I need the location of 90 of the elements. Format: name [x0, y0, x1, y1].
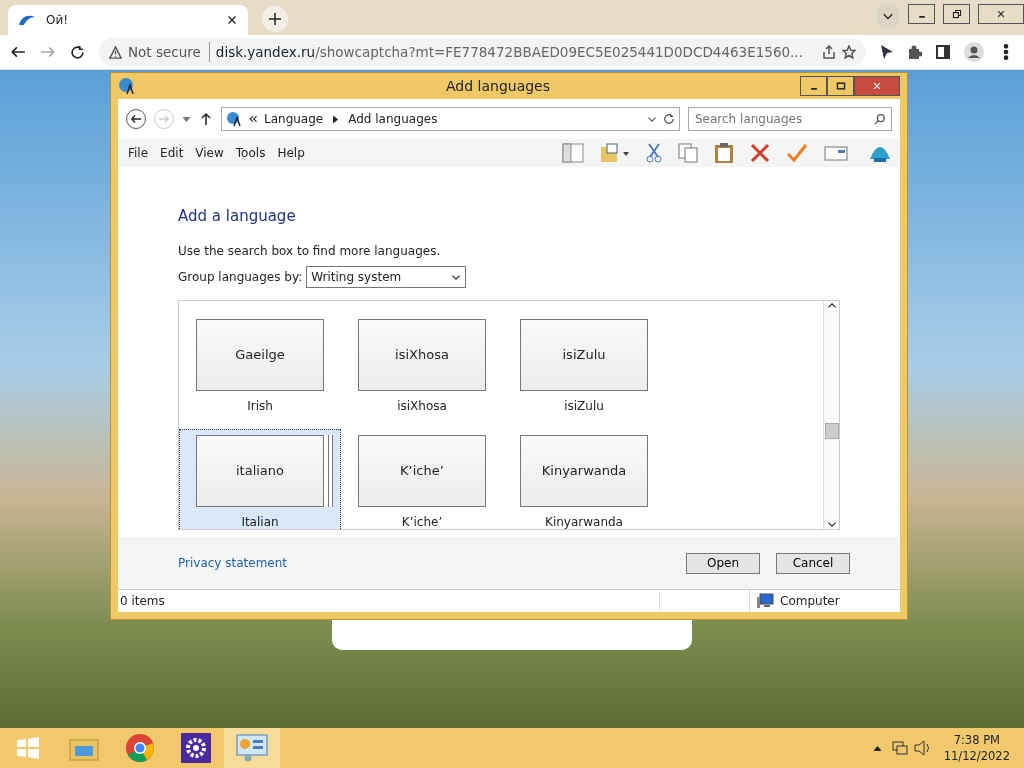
maximize-button[interactable]: [827, 76, 854, 96]
language-tile[interactable]: Gaeilge Irish: [179, 312, 341, 429]
minimize-button[interactable]: [800, 76, 827, 96]
control-panel-icon: [236, 734, 268, 762]
speaker-icon[interactable]: [913, 740, 932, 756]
scrollbar-thumb[interactable]: [824, 422, 839, 439]
breadcrumb-item[interactable]: Language: [264, 110, 324, 128]
language-name: isiXhosa: [397, 397, 447, 415]
language-name: isiZulu: [564, 397, 604, 415]
plus-icon: [268, 12, 282, 26]
close-icon: [872, 81, 882, 91]
clipboard-icon[interactable]: [714, 142, 734, 164]
group-label: Group languages by:: [178, 268, 303, 286]
menu-item[interactable]: File: [122, 144, 155, 162]
avatar-icon[interactable]: [964, 42, 984, 62]
language-icon: [118, 77, 136, 95]
reload-icon[interactable]: [70, 44, 85, 60]
language-name: K’iche’: [401, 513, 443, 529]
tray-arrow-icon[interactable]: [872, 743, 882, 753]
forward-icon: [158, 113, 170, 125]
back-icon[interactable]: [10, 44, 26, 60]
status-location: Computer: [780, 593, 840, 610]
status-text: 0 items: [118, 592, 660, 610]
dropdown-icon[interactable]: [647, 114, 657, 124]
dialog-button[interactable]: Cancel: [776, 552, 850, 574]
scrollbar[interactable]: [823, 300, 839, 529]
menu-item[interactable]: Tools: [229, 144, 272, 162]
menu-item[interactable]: View: [189, 144, 230, 162]
share-icon[interactable]: [822, 45, 836, 59]
star-icon[interactable]: [842, 45, 856, 59]
url-text: disk.yandex.ru/showcaptcha?mt=FE778472BBAED09EC5E025441D0DCD4463E1560...: [215, 42, 803, 62]
native-name: K’iche’: [358, 434, 486, 507]
scissors-icon[interactable]: [646, 143, 662, 163]
folder-icon[interactable]: [600, 143, 630, 163]
menu-item[interactable]: Help: [271, 144, 311, 162]
taskbar-button[interactable]: [224, 728, 280, 768]
language-tile[interactable]: isiZulu isiZulu: [503, 312, 665, 429]
search-field[interactable]: Search languages: [688, 107, 892, 131]
address-field[interactable]: Not secure disk.yandex.ru/showcaptcha?mt=FE778472BBAED09EC5E025441D0DCD4463E1560...: [99, 38, 866, 66]
puzzle-icon[interactable]: [908, 45, 922, 59]
network-icon[interactable]: [891, 740, 908, 756]
menu-item[interactable]: Edit: [154, 144, 190, 162]
close-icon: [996, 9, 1006, 19]
language-name: Kinyarwanda: [545, 513, 623, 529]
copy-icon[interactable]: [678, 143, 698, 163]
language-icon: [226, 111, 242, 127]
native-name: Gaeilge: [196, 318, 324, 391]
breadcrumb-item[interactable]: Add languages: [348, 110, 438, 128]
restore-icon: [951, 9, 962, 19]
cursor-icon[interactable]: [880, 44, 894, 60]
language-tile[interactable]: K’iche’ K’iche’: [341, 428, 503, 529]
native-name: isiXhosa: [358, 318, 486, 391]
browser-icon[interactable]: [125, 733, 155, 763]
properties-icon[interactable]: [824, 144, 848, 162]
dialog-button[interactable]: Open: [686, 552, 760, 574]
sidebar-icon[interactable]: [936, 45, 950, 59]
close-button[interactable]: [978, 4, 1024, 24]
tab-search-button[interactable]: [876, 4, 900, 28]
section-heading: Add a language: [178, 206, 297, 227]
up-icon[interactable]: [199, 112, 213, 126]
back-icon: [130, 113, 142, 125]
privacy-link[interactable]: Privacy statement: [178, 554, 288, 572]
restore-button[interactable]: [943, 4, 970, 24]
new-tab-button[interactable]: [262, 6, 288, 32]
group-dropdown[interactable]: Writing system: [306, 265, 467, 288]
search-icon: [874, 113, 886, 125]
minimize-button[interactable]: [908, 4, 935, 24]
chevron-icon[interactable]: [331, 114, 341, 124]
warning-icon: [109, 45, 122, 59]
close-icon[interactable]: [226, 14, 238, 26]
language-tile[interactable]: isiXhosa isiXhosa: [341, 312, 503, 429]
maximize-icon: [835, 81, 846, 91]
language-tile[interactable]: italiano Italian: [179, 428, 341, 529]
hint-text: Use the search box to find more languages.: [178, 242, 442, 260]
native-name: isiZulu: [520, 318, 648, 391]
native-name: Kinyarwanda: [520, 434, 648, 507]
checkmark-icon[interactable]: [786, 143, 808, 163]
language-name: Italian: [241, 513, 279, 529]
language-tile[interactable]: Kinyarwanda Kinyarwanda: [503, 428, 665, 529]
security-label: Not secure: [128, 41, 210, 63]
window-title: Add languages: [445, 76, 551, 96]
caret-icon[interactable]: [182, 114, 191, 124]
chevrons-icon[interactable]: [248, 114, 258, 124]
language-name: Irish: [247, 397, 273, 415]
clock[interactable]: 7:38 PM 11/12/2022: [943, 732, 1024, 764]
address-bar[interactable]: Language Add languages: [221, 107, 680, 131]
delete-icon[interactable]: [750, 143, 770, 163]
computer-icon: [756, 593, 774, 609]
refresh-icon[interactable]: [663, 113, 675, 125]
gear-icon[interactable]: [181, 733, 211, 763]
